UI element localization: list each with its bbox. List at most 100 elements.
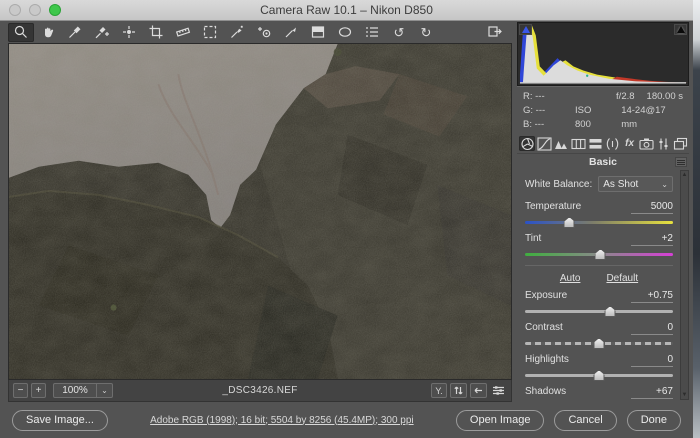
exposure-slider: Exposure +0.75 — [525, 290, 673, 318]
slider-label: Highlights — [525, 354, 569, 365]
graduated-filter-tool-icon[interactable] — [305, 23, 331, 42]
slider-thumb[interactable] — [605, 306, 616, 317]
scroll-up-icon[interactable]: ▲ — [682, 171, 688, 179]
cancel-button[interactable]: Cancel — [554, 410, 616, 431]
panel-menu-icon[interactable] — [675, 157, 687, 167]
crop-tool-icon[interactable] — [143, 23, 169, 42]
rotate-left-icon[interactable]: ↺ — [386, 23, 412, 42]
slider-value[interactable]: 0 — [631, 354, 673, 367]
preferences-icon[interactable] — [359, 23, 385, 42]
transform-tool-icon[interactable] — [197, 23, 223, 42]
save-image-button[interactable]: Save Image... — [12, 410, 108, 431]
swap-before-after-button[interactable] — [450, 383, 467, 398]
basic-panel-body: ▲ ▼ White Balance: As Shot ⌄ Temperature… — [517, 170, 689, 402]
slider-thumb[interactable] — [595, 249, 606, 260]
main-content: ↺ ↻ — [0, 21, 693, 402]
r-value: R: --- — [523, 90, 575, 104]
preview-column: ↺ ↻ — [0, 21, 512, 402]
white-balance-label: White Balance: — [525, 179, 592, 190]
lens-value: 14-24@17 mm — [621, 104, 683, 132]
histogram[interactable] — [517, 22, 689, 86]
red-eye-tool-icon[interactable] — [251, 23, 277, 42]
histogram-plot — [518, 23, 688, 85]
tab-tone-curve[interactable] — [536, 136, 552, 151]
desktop-background — [693, 0, 700, 438]
spot-removal-tool-icon[interactable] — [224, 23, 250, 42]
temperature-slider: Temperature 5000 — [525, 201, 673, 229]
slider-value[interactable]: +67 — [631, 386, 673, 399]
slider-value[interactable]: 0 — [631, 322, 673, 335]
slider-thumb[interactable] — [594, 338, 605, 349]
panel-scrollbar[interactable]: ▲ ▼ — [680, 170, 689, 400]
slider-label: Temperature — [525, 201, 581, 212]
tab-detail[interactable] — [553, 136, 569, 151]
highlight-clipping-indicator[interactable] — [674, 24, 687, 35]
tab-hsl-grayscale[interactable] — [570, 136, 586, 151]
tab-split-toning[interactable] — [587, 136, 603, 151]
chevron-down-icon: ⌄ — [661, 180, 668, 189]
auto-link[interactable]: Auto — [560, 273, 581, 284]
white-balance-row: White Balance: As Shot ⌄ — [525, 176, 673, 192]
tab-camera-calibration[interactable] — [639, 136, 655, 151]
scroll-down-icon[interactable]: ▼ — [682, 391, 688, 399]
tab-basic[interactable] — [519, 136, 535, 151]
color-sampler-tool-icon[interactable] — [89, 23, 115, 42]
slider-label: Exposure — [525, 290, 567, 301]
default-link[interactable]: Default — [606, 273, 638, 284]
rotate-right-icon[interactable]: ↻ — [413, 23, 439, 42]
photo-mountain-snow — [9, 44, 511, 379]
radial-filter-tool-icon[interactable] — [332, 23, 358, 42]
copy-settings-button[interactable] — [470, 383, 487, 398]
slider-track[interactable] — [525, 221, 673, 224]
panel-title: Basic — [589, 156, 617, 168]
toggle-fullscreen-icon[interactable] — [482, 23, 508, 42]
tint-slider: Tint+2 — [525, 233, 673, 261]
window-title: Camera Raw 10.1 – Nikon D850 — [0, 3, 693, 17]
g-value: G: --- — [523, 104, 575, 118]
shadow-clipping-triangle-icon — [522, 26, 530, 33]
slider-value[interactable]: 5000 — [631, 201, 673, 214]
camera-raw-window: Camera Raw 10.1 – Nikon D850 — [0, 0, 693, 438]
open-image-button[interactable]: Open Image — [456, 410, 545, 431]
shadow-clipping-indicator[interactable] — [519, 24, 532, 35]
shutter-value: 180.00 s — [647, 90, 683, 104]
slider-thumb[interactable] — [594, 370, 605, 381]
tab-presets[interactable] — [656, 136, 672, 151]
slider-value[interactable]: +2 — [631, 233, 673, 246]
before-after-controls: Y. — [431, 383, 507, 398]
aperture-value: f/2.8 — [616, 90, 635, 104]
done-button[interactable]: Done — [627, 410, 681, 431]
capture-settings: f/2.8 180.00 s ISO 800 14-24@17 mm — [575, 90, 687, 131]
slider-value[interactable]: +0.75 — [631, 290, 673, 303]
before-after-cycle-button[interactable]: Y. — [431, 383, 447, 398]
slider-label: Contrast — [525, 322, 563, 333]
shadows-slider: Shadows+67 — [525, 386, 673, 402]
preview-preferences-icon[interactable] — [490, 383, 507, 398]
hand-tool-icon[interactable] — [35, 23, 61, 42]
adjustments-panel: R: --- G: --- B: --- f/2.8 180.00 s ISO … — [512, 21, 693, 402]
adjustment-brush-tool-icon[interactable] — [278, 23, 304, 42]
white-balance-value: As Shot — [603, 179, 638, 190]
preview-status-strip: − + 100% ⌄ _DSC3426.NEF Y. — [8, 380, 512, 402]
slider-track[interactable] — [525, 310, 673, 313]
targeted-adjustment-tool-icon[interactable] — [116, 23, 142, 42]
highlight-clipping-triangle-icon — [677, 26, 685, 33]
b-value: B: --- — [523, 118, 575, 132]
highlights-slider: Highlights 0 — [525, 354, 673, 382]
image-preview[interactable] — [8, 43, 512, 380]
bottom-bar: Save Image... Adobe RGB (1998); 16 bit; … — [0, 402, 693, 438]
tab-snapshots[interactable] — [673, 136, 689, 151]
white-balance-tool-icon[interactable] — [62, 23, 88, 42]
white-balance-select[interactable]: As Shot ⌄ — [598, 176, 673, 192]
titlebar[interactable]: Camera Raw 10.1 – Nikon D850 — [0, 0, 693, 21]
slider-thumb[interactable] — [564, 217, 575, 228]
panel-tabs: fx — [517, 133, 689, 154]
tab-effects[interactable]: fx — [622, 136, 638, 151]
workflow-options-link[interactable]: Adobe RGB (1998); 16 bit; 5504 by 8256 (… — [116, 415, 448, 426]
tab-lens-corrections[interactable] — [604, 136, 620, 151]
straighten-tool-icon[interactable] — [170, 23, 196, 42]
panel-title-bar: Basic — [517, 154, 689, 170]
zoom-tool-icon[interactable] — [8, 23, 34, 42]
toolbar: ↺ ↻ — [8, 21, 512, 43]
exif-readout: R: --- G: --- B: --- f/2.8 180.00 s ISO … — [517, 86, 689, 133]
